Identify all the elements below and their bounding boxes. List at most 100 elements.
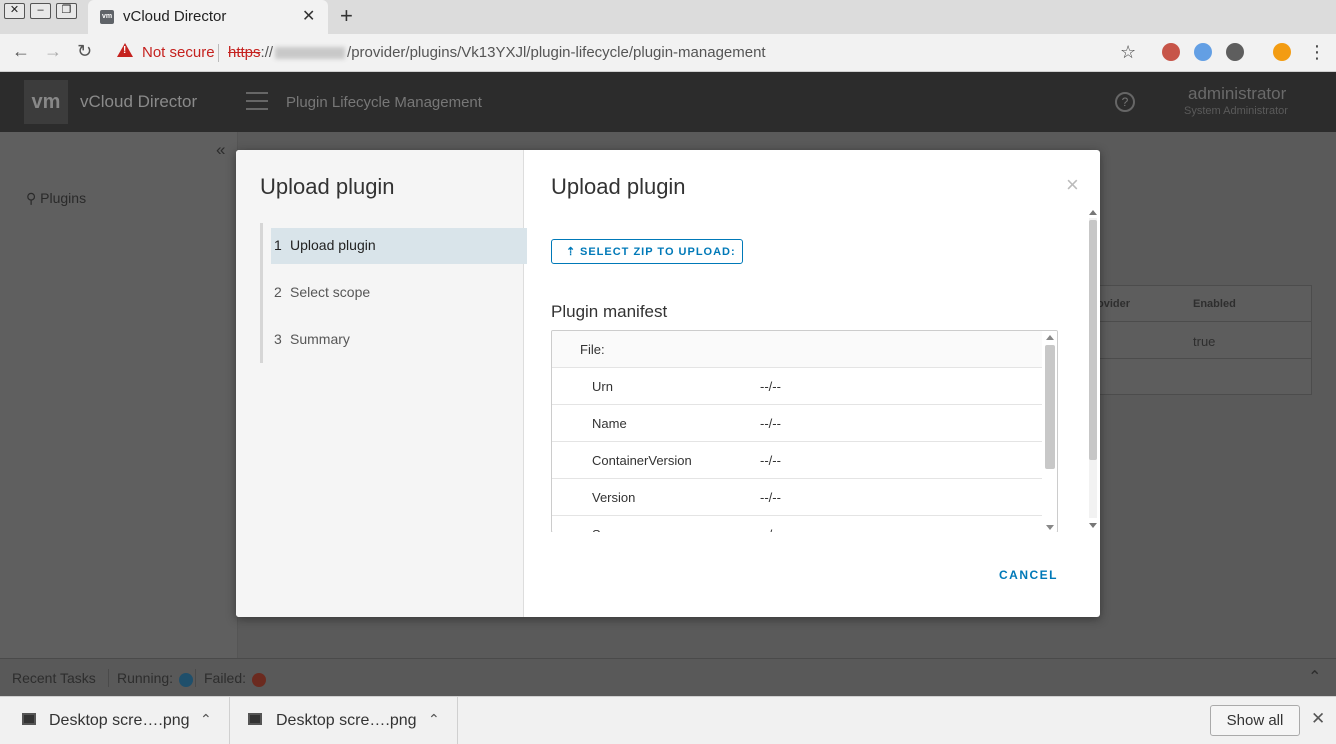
divider [195,669,196,687]
profile-avatar-icon[interactable] [1273,43,1291,61]
wizard-title: Upload plugin [260,174,395,199]
column-header: ovider [1097,298,1131,310]
recent-tasks-bar: Recent Tasks Running: Failed: ⌃ [0,658,1336,696]
window-restore-icon[interactable]: ❐ [56,3,77,19]
content-scroll-area[interactable]: ⇡ SELECT ZIP TO UPLOAD: Plugin manifest … [524,206,1100,532]
extension-icon[interactable] [1162,43,1180,61]
file-icon [248,713,262,725]
vmware-favicon-icon: vm [100,10,114,24]
user-role: System Administrator [1184,105,1288,117]
table-divider [1081,358,1311,359]
step-summary[interactable]: 3 Summary [271,322,527,358]
browser-tab-strip: ✕ – ❐ vm vCloud Director ✕ + [0,0,1336,34]
address-bar[interactable]: https:// /provider/plugins/Vk13YXJl/plugi… [228,44,766,61]
hamburger-menu-icon[interactable] [246,92,268,110]
column-header: Enabled [1193,298,1236,310]
file-icon [22,713,36,725]
back-icon[interactable]: ← [12,41,30,62]
content-scrollbar[interactable] [1086,208,1098,530]
forward-icon[interactable]: → [44,41,62,62]
step-label: Summary [290,331,350,347]
window-close-icon[interactable]: ✕ [4,3,25,19]
divider [108,669,109,687]
browser-menu-icon[interactable]: ⋮ [1308,42,1326,63]
manifest-key: Name [592,416,627,431]
download-filename: Desktop scre….png [49,712,190,729]
failed-count-badge [252,673,266,687]
table-divider [1081,321,1311,322]
step-label: Upload plugin [290,237,376,253]
manifest-value: --/-- [760,379,781,394]
manifest-key: Scope [592,527,629,532]
tab-close-icon[interactable]: ✕ [302,6,315,26]
security-indicator[interactable]: Not secure [142,44,215,61]
chevron-up-icon[interactable]: ⌃ [200,711,212,728]
recent-tasks-label[interactable]: Recent Tasks [12,670,96,686]
reload-icon[interactable]: ↻ [77,41,92,62]
upload-button-label: SELECT ZIP TO UPLOAD: [580,246,736,258]
step-label: Select scope [290,284,371,300]
manifest-title: Plugin manifest [551,302,668,321]
download-shelf: Desktop scre….png ⌃ Desktop scre….png ⌃ … [0,696,1336,744]
failed-label: Failed: [204,670,247,686]
sidebar-item-plugins[interactable]: ⚲ Plugins [26,190,86,207]
chevron-up-icon[interactable]: ⌃ [428,711,440,728]
manifest-value: --/-- [760,453,781,468]
content-title: Upload plugin [551,174,686,199]
wizard-steps: 1 Upload plugin 2 Select scope 3 Summary [260,223,527,363]
url-separator: :// [260,44,274,61]
scroll-down-icon[interactable] [1046,525,1054,530]
scroll-up-icon[interactable] [1089,210,1097,215]
manifest-value: --/-- [760,490,781,505]
header-page-title: Plugin Lifecycle Management [286,94,482,111]
show-all-button[interactable]: Show all [1210,705,1300,736]
manifest-key: Version [592,490,636,505]
url-scheme: https [228,44,261,61]
scroll-down-icon[interactable] [1089,523,1097,528]
bookmark-star-icon[interactable]: ☆ [1120,42,1136,63]
new-tab-icon[interactable]: + [340,3,353,29]
browser-tab[interactable]: vm vCloud Director ✕ [88,0,328,34]
omnibox-divider [218,44,219,62]
step-upload-plugin[interactable]: 1 Upload plugin [271,228,527,264]
cancel-button[interactable]: CANCEL [999,568,1058,582]
running-count-badge [179,673,193,687]
table-row: Urn --/-- [552,368,1042,405]
manifest-file-row: File: [552,331,1042,368]
help-icon[interactable]: ? [1115,92,1135,112]
browser-toolbar: ← → ↻ Not secure https:// /provider/plugi… [0,34,1336,72]
manifest-key: Urn [592,379,613,394]
window-minimize-icon[interactable]: – [30,3,51,19]
sidebar: « ⚲ Plugins [0,132,238,658]
modal-close-icon[interactable]: × [1066,174,1079,196]
step-number: 3 [274,331,282,347]
wizard-content: Upload plugin × ⇡ SELECT ZIP TO UPLOAD: … [524,150,1100,617]
manifest-value: --/-- [760,416,781,431]
manifest-file-label: File: [580,342,605,357]
scroll-up-icon[interactable] [1046,335,1054,340]
extension-icon[interactable] [1194,43,1212,61]
app-header: vm vCloud Director Plugin Lifecycle Mana… [0,72,1336,132]
warning-icon[interactable] [117,43,133,57]
tab-title: vCloud Director [123,8,227,25]
scrollbar-thumb[interactable] [1089,220,1097,460]
expand-tasks-icon[interactable]: ⌃ [1308,667,1321,687]
plugin-icon: ⚲ [26,190,41,206]
scrollbar-thumb[interactable] [1045,345,1055,469]
extension-icon[interactable] [1226,43,1244,61]
user-name[interactable]: administrator [1188,84,1286,104]
upload-icon: ⇡ [566,246,577,258]
download-item[interactable]: Desktop scre….png ⌃ [230,697,458,744]
step-select-scope[interactable]: 2 Select scope [271,275,527,311]
select-zip-upload-button[interactable]: ⇡ SELECT ZIP TO UPLOAD: [551,239,743,264]
plugins-table: ovider Enabled true [1080,285,1312,395]
sidebar-item-label: Plugins [40,190,87,206]
close-shelf-icon[interactable]: ✕ [1311,709,1325,729]
download-item[interactable]: Desktop scre….png ⌃ [0,697,230,744]
manifest-scrollbar[interactable] [1042,331,1057,532]
manifest-key: ContainerVersion [592,453,692,468]
table-cell: true [1193,334,1216,349]
collapse-sidebar-icon[interactable]: « [216,140,225,160]
table-row: Name --/-- [552,405,1042,442]
table-row: Version --/-- [552,479,1042,516]
